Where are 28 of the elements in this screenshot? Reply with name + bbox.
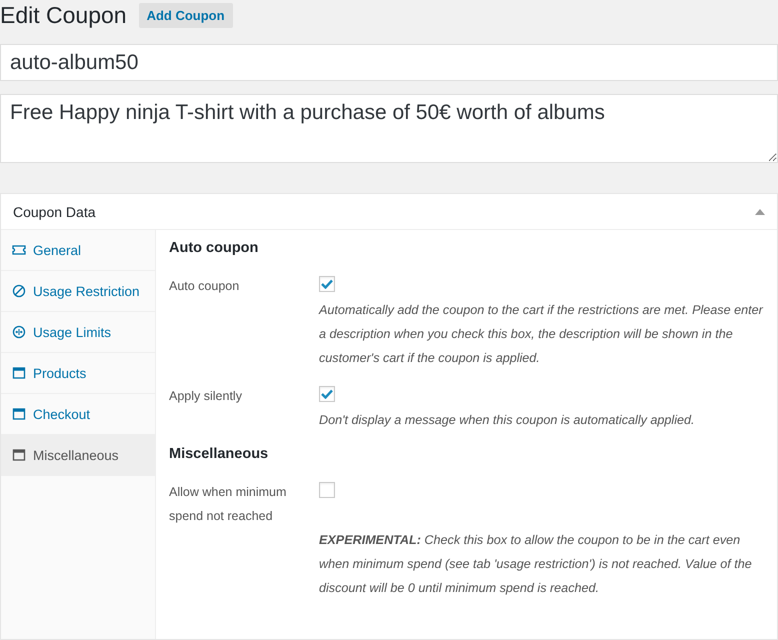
panel-tab[interactable]: Products [1, 353, 155, 394]
section-heading: Miscellaneous [169, 446, 270, 462]
panel-tab[interactable]: Usage Limits [1, 312, 155, 353]
field-label: Apply silently [169, 388, 243, 405]
field-description: Don't display a message when this coupon is automatically applied. [319, 412, 695, 429]
ticket-icon [12, 243, 26, 257]
collapse-icon[interactable] [755, 208, 765, 214]
field-label: Allow when minimum spend not reached [169, 484, 288, 525]
panel-tab[interactable]: General [1, 230, 155, 271]
window-icon [12, 448, 26, 462]
panel-title: Coupon Data [13, 204, 96, 220]
checkbox[interactable] [319, 482, 335, 498]
checkbox[interactable] [319, 386, 335, 402]
description-field[interactable]: Free Happy ninja T-shirt with a purchase of 50€ worth of albums [0, 94, 778, 163]
panel-tab[interactable]: Miscellaneous [1, 435, 155, 476]
prohibited-icon [12, 284, 26, 298]
field-label: Auto coupon [169, 278, 240, 295]
panel-tab[interactable]: Usage Restriction [1, 271, 155, 312]
window-icon [12, 366, 26, 380]
field-description: Automatically add the coupon to the cart if the restrictions are met. Please enter a description when you check this box, the description will be shown in the customer's cart if the coupon is applied. [319, 302, 764, 367]
window-icon [12, 407, 26, 421]
field-description: EXPERIMENTAL: Check this box to allow the coupon to be in the cart even when minimum spend (see tab 'usage restriction') is not reached. Value of the discount will be 0 until minimum spend is reached. [319, 532, 753, 597]
section-heading: Auto coupon [169, 240, 260, 256]
add-coupon-button[interactable]: Add Coupon [138, 2, 233, 28]
checkbox[interactable] [319, 276, 335, 292]
coupon-code-field[interactable]: auto-album50 [0, 44, 778, 81]
page-title: Edit Coupon [0, 2, 127, 28]
limits-icon [12, 325, 26, 339]
